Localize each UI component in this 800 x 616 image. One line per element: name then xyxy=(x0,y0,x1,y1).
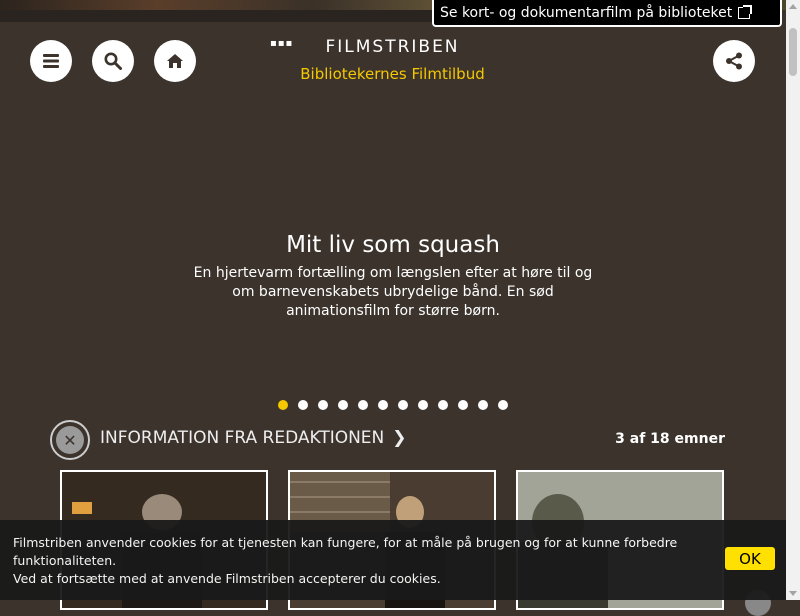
chevron-right-icon: ❯ xyxy=(392,428,407,448)
carousel-dot-12[interactable] xyxy=(498,400,508,410)
carousel-dot-10[interactable] xyxy=(458,400,468,410)
external-link-short-films[interactable]: Se kort- og dokumentarfilm på biblioteke… xyxy=(432,0,782,27)
share-icon xyxy=(726,52,742,70)
hero-description: En hjertevarm fortælling om længslen eft… xyxy=(193,265,593,319)
carousel-dot-5[interactable] xyxy=(358,400,368,410)
carousel-dot-3[interactable] xyxy=(318,400,328,410)
cookie-text-line1: Filmstriben anvender cookies for at tjen… xyxy=(13,535,678,568)
scroll-down-arrow-icon[interactable] xyxy=(789,591,797,596)
share-button[interactable] xyxy=(713,40,755,82)
carousel-dot-1[interactable] xyxy=(278,400,288,410)
logo-text: FILMSTRIBEN xyxy=(325,37,460,57)
carousel-dot-8[interactable] xyxy=(418,400,428,410)
logo-mark: ▪▪▪ xyxy=(270,38,294,49)
site-subtitle: Bibliotekernes Filmtilbud xyxy=(300,65,485,83)
item-count: 3 af 18 emner xyxy=(615,431,725,447)
carousel-dot-4[interactable] xyxy=(338,400,348,410)
carousel-dot-11[interactable] xyxy=(478,400,488,410)
search-button[interactable] xyxy=(92,40,134,82)
scrollbar[interactable] xyxy=(786,0,800,600)
close-icon: ✕ xyxy=(56,426,84,454)
section-heading[interactable]: INFORMATION FRA REDAKTIONEN ❯ xyxy=(100,428,407,448)
filmstriben-logo[interactable]: ▪▪▪ FILMSTRIBEN xyxy=(270,37,515,57)
external-link-icon xyxy=(738,4,753,19)
scrollbar-thumb[interactable] xyxy=(789,28,797,76)
carousel-dots xyxy=(278,400,508,410)
carousel-dot-9[interactable] xyxy=(438,400,448,410)
carousel-dot-6[interactable] xyxy=(378,400,388,410)
carousel-dot-2[interactable] xyxy=(298,400,308,410)
external-link-label: Se kort- og dokumentarfilm på biblioteke… xyxy=(440,4,733,21)
top-dark-band xyxy=(0,10,434,22)
cookie-text: Filmstriben anvender cookies for at tjen… xyxy=(13,534,703,588)
section-title: INFORMATION FRA REDAKTIONEN xyxy=(100,428,385,448)
home-button[interactable] xyxy=(154,40,196,82)
scroll-up-arrow-icon[interactable] xyxy=(789,4,797,9)
close-section-button[interactable]: ✕ xyxy=(50,420,90,460)
menu-icon xyxy=(43,54,59,68)
cookie-text-line2: Ved at fortsætte med at anvende Filmstri… xyxy=(13,571,441,586)
hero-title[interactable]: Mit liv som squash xyxy=(0,232,786,258)
carousel-dot-7[interactable] xyxy=(398,400,408,410)
search-icon xyxy=(104,52,122,70)
menu-button[interactable] xyxy=(30,40,72,82)
cookie-ok-button[interactable]: OK xyxy=(725,547,775,570)
home-icon xyxy=(167,54,183,68)
cookie-banner: Filmstriben anvender cookies for at tjen… xyxy=(0,520,786,600)
